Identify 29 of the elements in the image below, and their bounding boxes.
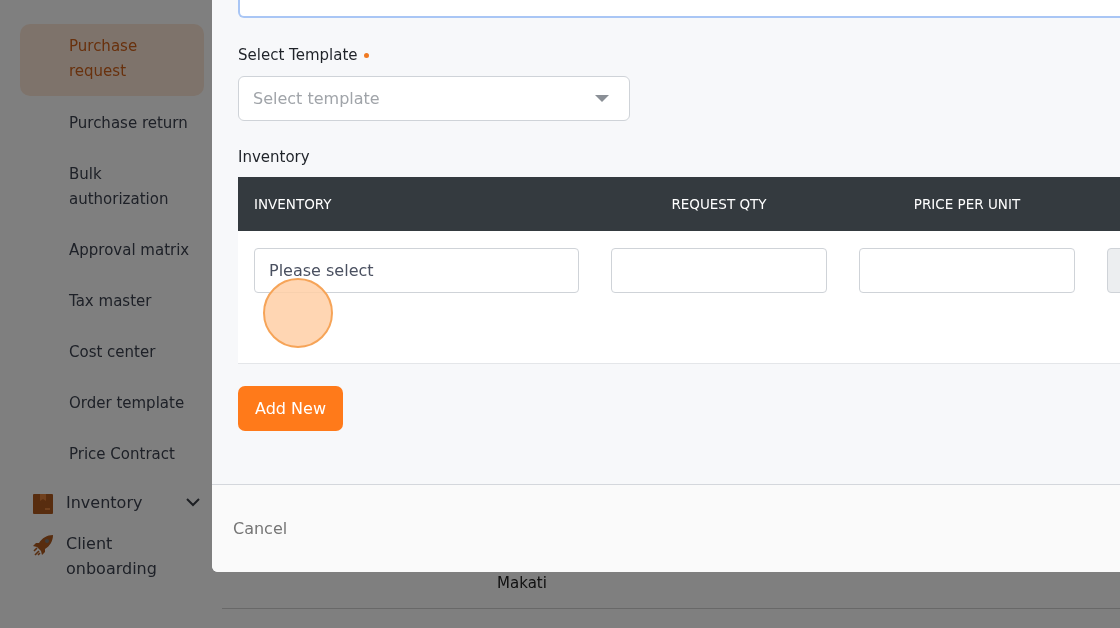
sidebar-item[interactable]: Price Contract: [20, 431, 204, 482]
sidebar-item[interactable]: Cost center: [20, 329, 204, 380]
sidebar-item[interactable]: Bulk authorization: [20, 151, 204, 227]
sidebar-item[interactable]: Inventory: [20, 482, 204, 523]
column-header: REQUEST QTY: [671, 196, 767, 212]
box-icon: [32, 493, 54, 515]
input-field[interactable]: [611, 248, 827, 293]
section-label: Inventory: [238, 148, 310, 166]
sidebar-label: Client onboarding: [66, 533, 158, 580]
sidebar-item[interactable]: Approval matrix: [20, 227, 204, 278]
input-field[interactable]: [859, 248, 1075, 293]
caret-icon: [595, 94, 609, 103]
sidebar-item[interactable]: Order template: [20, 380, 204, 431]
sidebar-item[interactable]: Client onboarding: [20, 523, 204, 589]
sidebar-item[interactable]: Purchase return: [20, 100, 204, 151]
input-field[interactable]: [238, 0, 1120, 18]
column-header: PRICE PER UNIT: [913, 196, 1021, 212]
rocket-icon: [32, 534, 54, 556]
cancel-button[interactable]: Cancel: [233, 519, 288, 538]
field-label: Select Template: [238, 46, 358, 64]
template-select[interactable]: Select template: [238, 76, 630, 121]
sidebar-label: Inventory: [66, 492, 144, 514]
table-cell: Makati: [497, 574, 547, 592]
add-new-button[interactable]: Add New: [238, 386, 343, 431]
column-header: INVENTORY: [254, 196, 332, 212]
input-field[interactable]: Please select: [254, 248, 579, 293]
sidebar-item[interactable]: Purchase request: [20, 24, 204, 96]
sidebar-item[interactable]: Tax master: [20, 278, 204, 329]
click-indicator: [262, 277, 334, 349]
